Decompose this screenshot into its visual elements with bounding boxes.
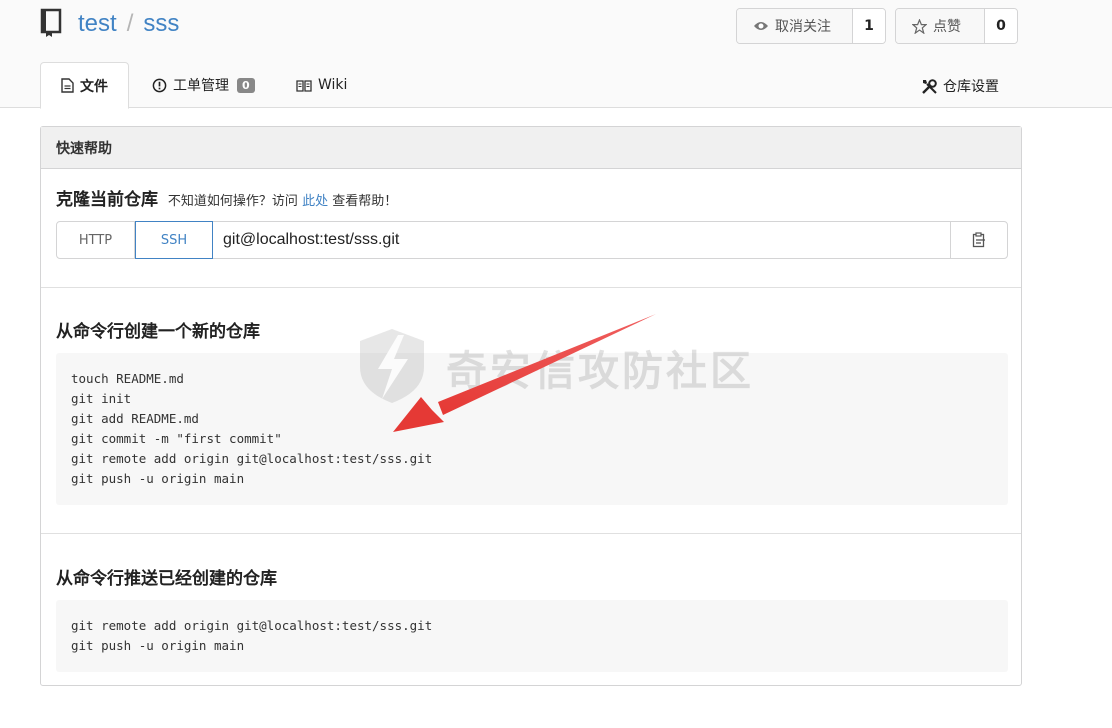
help-prefix: 不知道如何操作？访问 <box>167 194 298 209</box>
quick-help-header: 快速帮助 <box>41 127 1021 169</box>
clipboard-icon <box>972 232 985 248</box>
file-icon <box>61 78 74 93</box>
code-line: git init <box>71 391 132 406</box>
repo-settings-label: 仓库设置 <box>943 79 999 95</box>
new-repo-code-block: touch README.md git init git add README.… <box>56 353 1008 505</box>
section-divider <box>41 287 1021 288</box>
tab-issues[interactable]: 工单管理 0 <box>152 62 255 108</box>
http-protocol-button[interactable]: HTTP <box>57 222 135 258</box>
clone-title: 克隆当前仓库 <box>56 190 158 210</box>
code-line: git push -u origin main <box>71 638 245 653</box>
watch-button-group: 取消关注 1 <box>736 8 886 44</box>
star-label: 点赞 <box>933 19 961 35</box>
repo-settings-link[interactable]: 仓库设置 <box>921 76 999 96</box>
tab-files-label: 文件 <box>80 78 108 95</box>
star-button[interactable]: 点赞 <box>896 9 985 43</box>
repo-name-link[interactable]: sss <box>143 10 179 37</box>
star-icon <box>912 18 927 34</box>
tab-files[interactable]: 文件 <box>40 62 129 109</box>
help-suffix: 查看帮助！ <box>332 194 398 209</box>
code-line: git remote add origin git@localhost:test… <box>71 618 433 633</box>
tools-icon <box>922 78 937 94</box>
code-line: git push -u origin main <box>71 471 245 486</box>
quick-help-panel: 快速帮助 克隆当前仓库 不知道如何操作？访问 此处 查看帮助！ HTTP SSH… <box>40 126 1022 686</box>
tab-wiki-label: Wiki <box>318 77 348 93</box>
unwatch-label: 取消关注 <box>775 19 831 35</box>
code-line: git add README.md <box>71 411 199 426</box>
section-divider <box>41 533 1021 534</box>
code-line: git commit -m "first commit" <box>71 431 282 446</box>
book-icon <box>296 79 312 92</box>
copy-url-button[interactable] <box>950 222 1007 258</box>
repo-owner-link[interactable]: test <box>78 10 117 37</box>
issue-icon <box>152 78 167 92</box>
repo-title: test / sss <box>78 10 179 38</box>
clone-section: 克隆当前仓库 不知道如何操作？访问 此处 查看帮助！ <box>56 185 397 210</box>
ssh-protocol-button[interactable]: SSH <box>135 221 213 259</box>
code-line: touch README.md <box>71 371 184 386</box>
clone-url-field[interactable]: git@localhost:test/sss.git <box>213 222 950 258</box>
clone-url-bar: HTTP SSH git@localhost:test/sss.git <box>56 221 1008 259</box>
unwatch-button[interactable]: 取消关注 <box>737 9 853 43</box>
issues-count-badge: 0 <box>237 77 255 93</box>
new-repo-title: 从命令行创建一个新的仓库 <box>56 322 260 342</box>
repo-icon <box>40 8 62 37</box>
star-button-group: 点赞 0 <box>895 8 1018 44</box>
tab-wiki[interactable]: Wiki <box>296 62 347 108</box>
tab-issues-label: 工单管理 <box>173 78 229 94</box>
push-existing-code-block: git remote add origin git@localhost:test… <box>56 600 1008 672</box>
repo-separator: / <box>126 10 134 37</box>
watch-count[interactable]: 1 <box>853 9 885 43</box>
push-existing-title: 从命令行推送已经创建的仓库 <box>56 569 277 589</box>
help-link[interactable]: 此处 <box>302 194 328 209</box>
eye-icon <box>754 22 768 30</box>
star-count[interactable]: 0 <box>985 9 1017 43</box>
code-line: git remote add origin git@localhost:test… <box>71 451 433 466</box>
repo-header: test / sss 取消关注 1 点赞 0 文件 工单管理 0 Wiki 仓库… <box>0 0 1112 109</box>
clone-help-text: 不知道如何操作？访问 此处 查看帮助！ <box>168 194 397 209</box>
